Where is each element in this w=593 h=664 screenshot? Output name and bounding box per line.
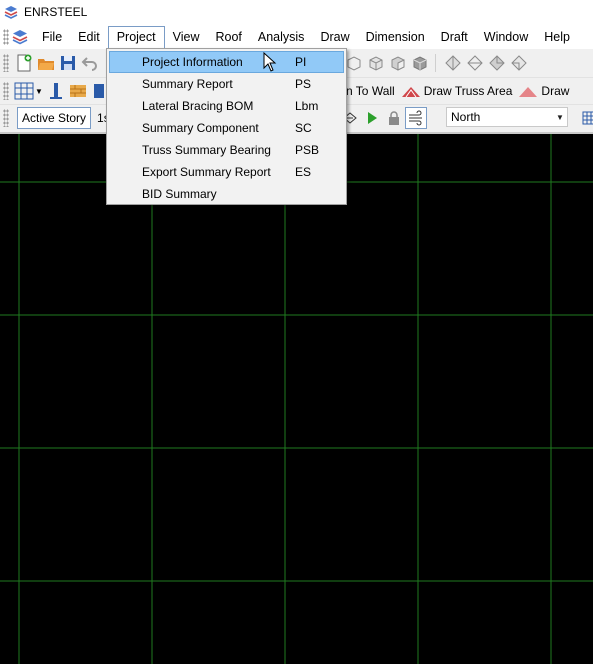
lock-button[interactable] xyxy=(383,107,405,129)
wind-direction-button[interactable] xyxy=(405,107,428,129)
menu-item-label: Summary Report xyxy=(142,77,233,91)
direction-select[interactable]: North ▼ xyxy=(446,107,568,127)
menu-item-label: Lateral Bracing BOM xyxy=(142,99,254,113)
column-button[interactable] xyxy=(45,80,67,102)
menu-view[interactable]: View xyxy=(165,26,208,48)
menu-item-shortcut: ES xyxy=(295,165,312,179)
project-menu-dropdown: Project Information PI Summary Report PS… xyxy=(106,48,347,205)
menu-item-label: BID Summary xyxy=(142,187,217,201)
app-menu-icon[interactable] xyxy=(12,29,28,45)
toolbar-grip[interactable] xyxy=(3,82,9,100)
cube-wire-icon xyxy=(347,56,361,71)
window-title: ENRSTEEL xyxy=(24,5,88,19)
play-icon xyxy=(368,112,378,124)
menu-item-project-information[interactable]: Project Information PI xyxy=(109,51,344,73)
iso-view-4-button[interactable] xyxy=(508,52,530,74)
open-folder-icon xyxy=(38,59,54,70)
menu-item-truss-summary-bearing[interactable]: Truss Summary Bearing PSB xyxy=(109,139,344,161)
menu-window[interactable]: Window xyxy=(476,26,536,48)
menu-item-bid-summary[interactable]: BID Summary xyxy=(109,183,344,205)
menu-project[interactable]: Project xyxy=(107,25,165,49)
save-disk-icon xyxy=(61,56,75,70)
open-file-button[interactable] xyxy=(35,52,57,74)
menu-item-summary-report[interactable]: Summary Report PS xyxy=(109,73,344,95)
grid-layout-icon xyxy=(582,111,593,125)
view-box-4-button[interactable] xyxy=(409,52,431,74)
menu-item-shortcut: PI xyxy=(295,55,307,69)
iso-diamond-icon xyxy=(445,55,461,71)
menu-draft[interactable]: Draft xyxy=(433,26,476,48)
undo-button[interactable] xyxy=(79,52,101,74)
mouse-pointer-icon xyxy=(263,52,277,72)
undo-icon xyxy=(81,57,97,71)
menu-item-shortcut: SC xyxy=(295,121,312,135)
draw-truss-icon xyxy=(519,87,538,97)
menu-item-shortcut: Lbm xyxy=(295,99,319,113)
wall-button[interactable] xyxy=(67,80,89,102)
lock-icon xyxy=(389,111,400,125)
view-box-2-button[interactable] xyxy=(365,52,387,74)
new-file-icon xyxy=(17,54,32,72)
iso-view-1-button[interactable] xyxy=(442,52,464,74)
menu-bar: File Edit Project View Roof Analysis Dra… xyxy=(0,24,593,49)
menu-help[interactable]: Help xyxy=(536,26,578,48)
iso-view-3-button[interactable] xyxy=(486,52,508,74)
menu-analysis[interactable]: Analysis xyxy=(250,26,313,48)
toolbar-separator xyxy=(435,54,442,72)
iso-view-2-button[interactable] xyxy=(464,52,486,74)
view-box-3-button[interactable] xyxy=(387,52,409,74)
grid-layout-button[interactable] xyxy=(578,107,593,129)
menu-file[interactable]: File xyxy=(34,26,70,48)
draw-truss-area-button[interactable]: Draw Truss Area xyxy=(424,84,513,98)
grid-lines xyxy=(0,134,593,664)
truss-area-icon xyxy=(401,87,420,98)
menu-dimension[interactable]: Dimension xyxy=(358,26,433,48)
grid-button[interactable] xyxy=(13,80,35,102)
menu-item-lateral-bracing-bom[interactable]: Lateral Bracing BOM Lbm xyxy=(109,95,344,117)
menu-roof[interactable]: Roof xyxy=(207,26,249,48)
cube-front-icon xyxy=(369,56,383,71)
save-button[interactable] xyxy=(57,52,79,74)
menu-item-label: Project Information xyxy=(142,55,243,69)
wind-icon xyxy=(409,110,423,126)
menubar-grip[interactable] xyxy=(3,28,9,45)
menu-edit[interactable]: Edit xyxy=(70,26,108,48)
menu-item-label: Truss Summary Bearing xyxy=(142,143,271,157)
iso-diamond-icon xyxy=(511,55,527,71)
menu-item-shortcut: PS xyxy=(295,77,312,91)
menu-item-label: Export Summary Report xyxy=(142,165,271,179)
toolbar-grip[interactable] xyxy=(3,109,9,127)
cube-side-icon xyxy=(391,56,405,71)
column-icon xyxy=(50,83,62,99)
menu-draw[interactable]: Draw xyxy=(312,26,357,48)
new-file-button[interactable] xyxy=(13,52,35,74)
run-button[interactable] xyxy=(361,107,383,129)
chevron-down-icon: ▼ xyxy=(556,112,564,122)
app-logo-icon xyxy=(4,6,18,19)
iso-diamond-icon xyxy=(489,55,505,71)
grid-dropdown-arrow[interactable]: ▼ xyxy=(35,87,45,96)
grid-icon xyxy=(14,82,34,100)
direction-value: North xyxy=(451,110,481,124)
wall-icon xyxy=(70,85,86,97)
active-story-button[interactable]: Active Story xyxy=(17,107,92,129)
draw-truss-button[interactable]: Draw xyxy=(541,84,569,98)
menu-item-shortcut: PSB xyxy=(295,143,320,157)
menu-item-summary-component[interactable]: Summary Component SC xyxy=(109,117,344,139)
title-bar: ENRSTEEL xyxy=(0,0,593,24)
menu-item-export-summary-report[interactable]: Export Summary Report ES xyxy=(109,161,344,183)
iso-diamond-icon xyxy=(467,55,483,71)
cube-solid-icon xyxy=(413,56,427,71)
drawing-canvas[interactable] xyxy=(0,132,593,664)
menu-item-label: Summary Component xyxy=(142,121,259,135)
toolbar-grip[interactable] xyxy=(3,54,9,72)
